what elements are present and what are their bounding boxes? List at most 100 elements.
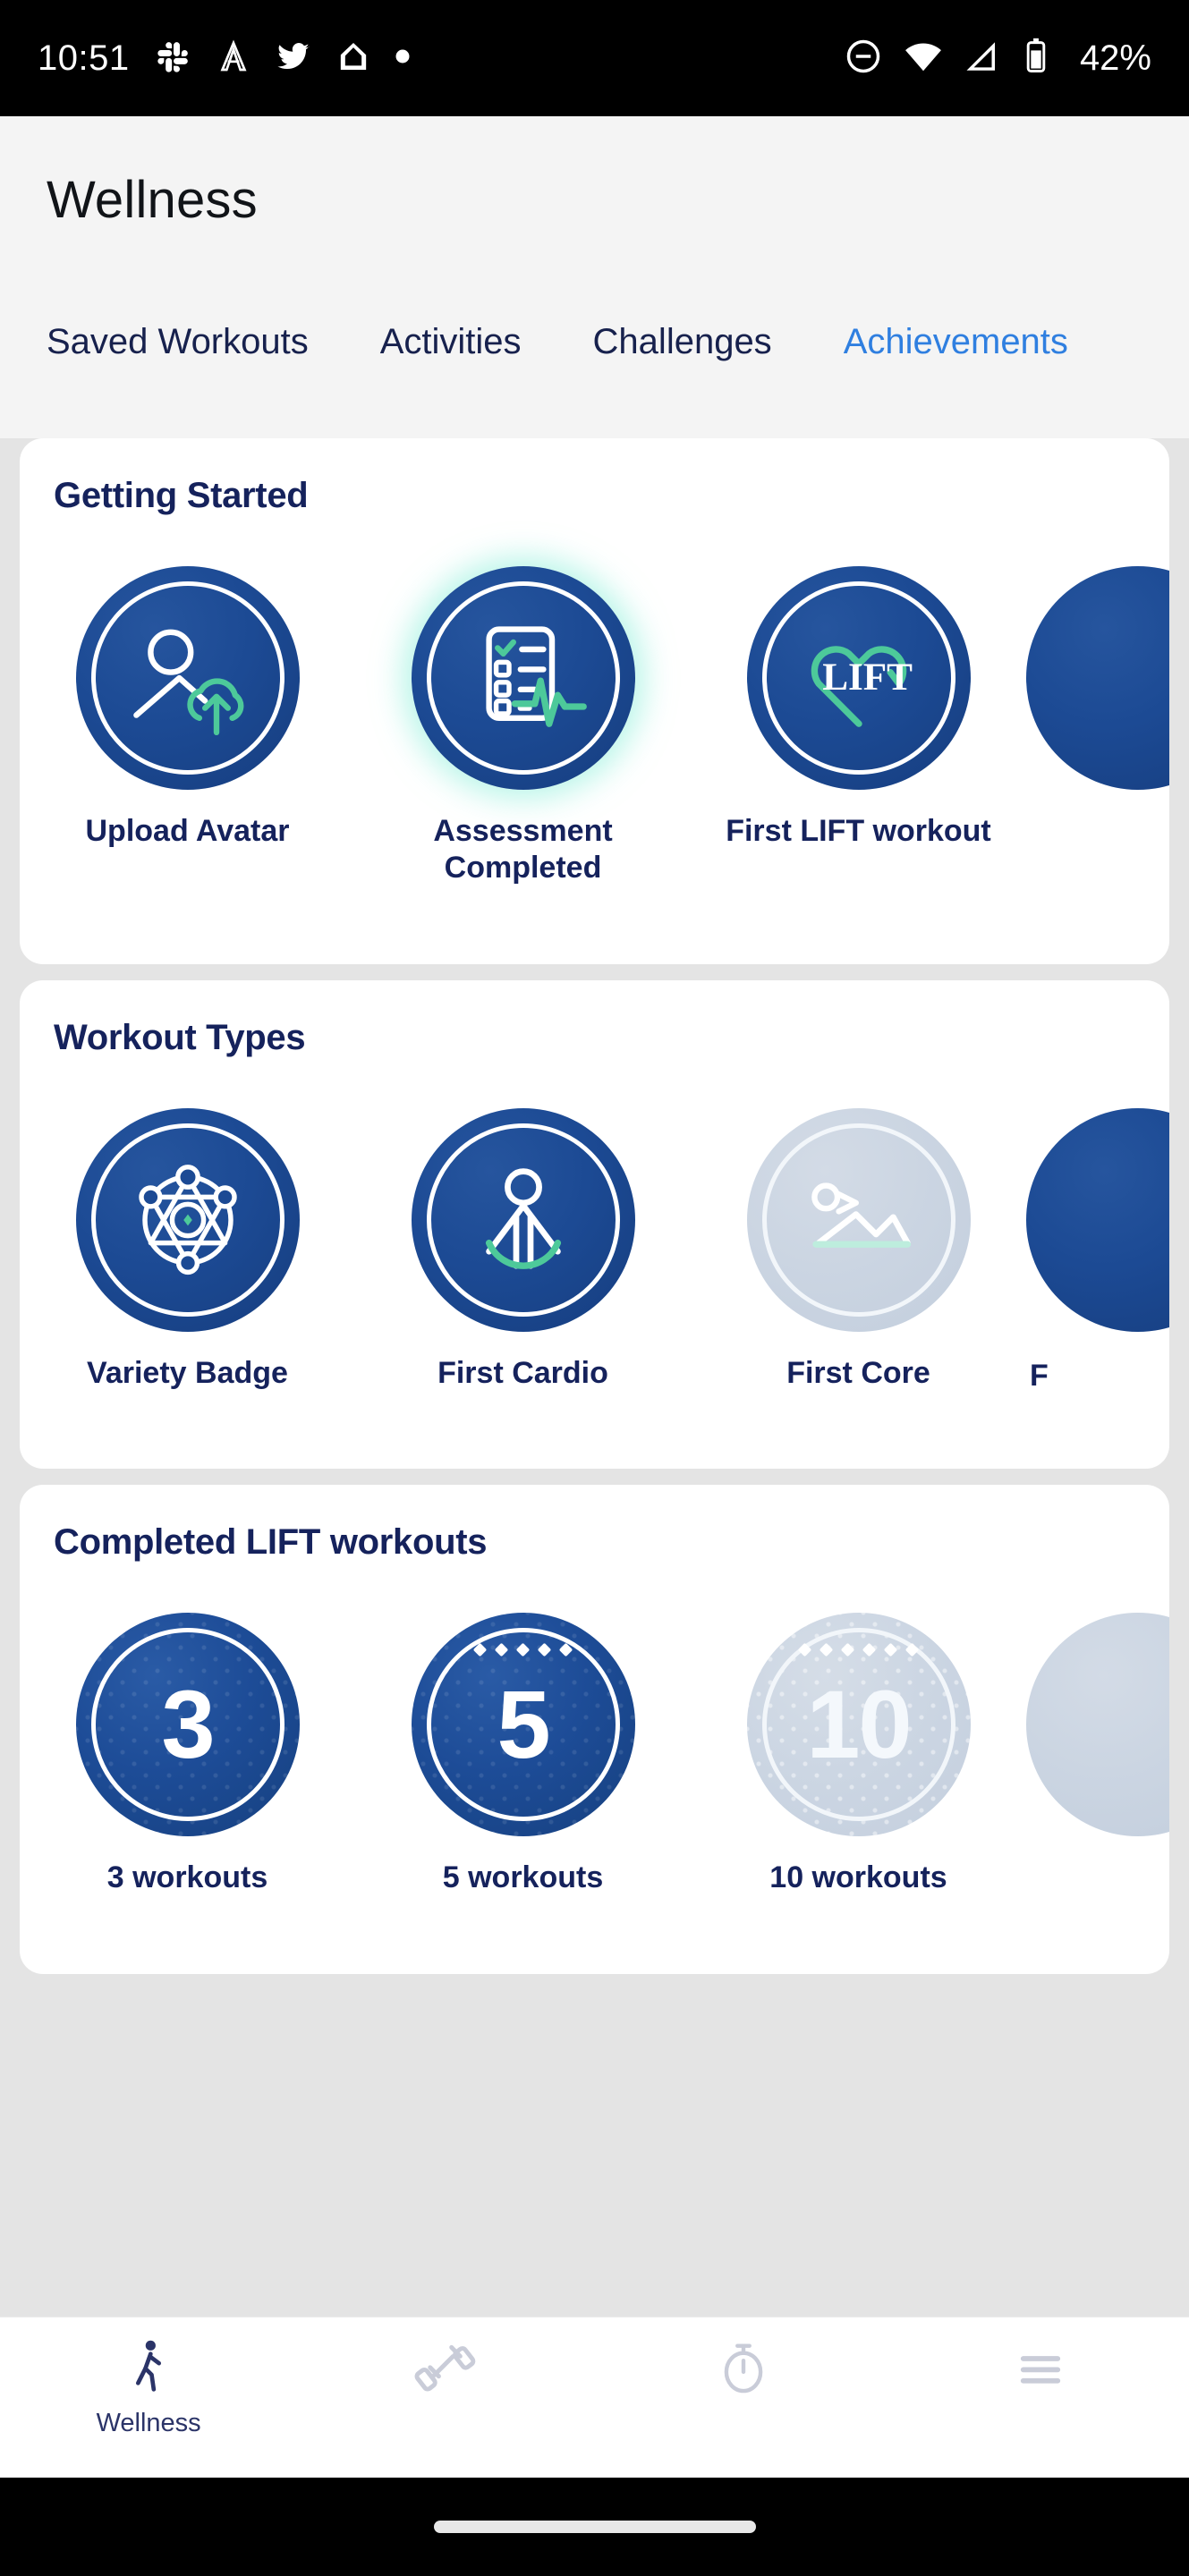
medal-circle [1026,566,1169,790]
section-title: Getting Started [54,476,309,515]
badge-3-workouts[interactable]: 3 3 workouts [20,1595,355,1896]
badge-first-core[interactable]: First Core [691,1090,1026,1392]
nav-item-timer[interactable] [595,2318,892,2409]
tab-saved-workouts[interactable]: Saved Workouts [47,322,309,362]
medal-wrap: 10 [691,1595,1026,1854]
badge-label: Assessment Completed [433,814,613,886]
badge-variety[interactable]: Variety Badge [20,1090,355,1392]
section-title: Completed LIFT workouts [54,1522,488,1563]
section-card-getting-started: Getting Started Upload Avatar Assessment… [20,438,1169,964]
nav-label: Wellness [96,2409,201,2437]
wifi-icon [903,36,944,81]
gesture-navigation-bar [0,2478,1189,2576]
page-header: Wellness Saved Workouts Activities Chall… [0,116,1189,438]
svg-text:LIFT: LIFT [822,657,913,699]
badge-carousel[interactable]: Upload Avatar Assessment Completed LIFT … [20,516,1169,887]
badge-label: 3 workouts [106,1860,268,1895]
medal-wrap [355,548,691,808]
medal-wrap: 3 [20,1595,355,1854]
cellular-signal-icon [964,38,1001,80]
badge-partial-next[interactable] [1026,1595,1169,1854]
medal-circle [75,1107,300,1332]
badge-10-workouts[interactable]: 10 10 workouts [691,1595,1026,1896]
lift-heart-icon: LIFT [811,646,913,727]
medal-wrap [691,1090,1026,1350]
badge-assessment-completed[interactable]: Assessment Completed [355,548,691,887]
medal-number: 10 [806,1670,912,1779]
status-bar-system-icons: 42% [844,36,1151,81]
medal-circle [411,1107,635,1332]
tab-challenges[interactable]: Challenges [593,322,772,362]
section-title: Workout Types [54,1017,306,1057]
medal-circle: 10 [746,1613,971,1837]
badge-5-workouts[interactable]: 5 5 workouts [355,1595,691,1896]
badge-label: F [1030,1358,1049,1393]
twitter-icon [275,38,312,80]
achievements-scroll-area[interactable]: Getting Started Upload Avatar Assessment… [0,438,1189,2317]
card-bottom-spacer [20,887,1169,964]
phone-screen: 10:51 42% Wellness Saved Workouts Activi… [0,0,1189,2576]
badge-label: First LIFT workout [726,814,991,848]
medal-wrap: 5 [355,1595,691,1854]
do-not-disturb-icon [844,37,883,80]
assessment-checklist-icon [485,626,587,727]
more-dot-icon [395,48,411,69]
section-card-workout-types: Workout Types Variety Badge First Cardio… [20,979,1169,1470]
sparkle-decoration [747,1643,971,1657]
badge-first-cardio[interactable]: First Cardio [355,1090,691,1392]
card-bottom-spacer [20,1392,1169,1469]
stopwatch-icon [724,2343,762,2394]
medal-wrap [355,1090,691,1350]
upload-avatar-icon [132,629,243,735]
dumbbell-icon [414,2344,476,2392]
badge-label: 5 workouts [442,1860,604,1895]
badge-label: First Core [786,1355,930,1390]
medal-circle [75,566,300,790]
medal-circle [1026,1613,1169,1837]
badge-upload-avatar[interactable]: Upload Avatar [20,548,355,850]
nav-item-wellness[interactable]: Wellness [0,2318,297,2438]
adobe-acrobat-icon [216,38,251,79]
status-bar: 10:51 42% [0,0,1189,116]
home-indicator[interactable] [433,2521,756,2533]
status-bar-notification-icons [157,38,411,80]
nav-item-menu[interactable] [892,2318,1189,2409]
badge-partial-next[interactable]: F [1026,1090,1169,1392]
cardio-figure-icon [485,1168,561,1269]
battery-percent-label: 42% [1079,38,1151,78]
battery-icon [1021,37,1051,80]
card-bottom-spacer [20,1897,1169,1974]
medal-wrap: LIFT [691,548,1026,808]
badge-label: First Cardio [437,1355,608,1390]
slack-icon [157,38,192,79]
medal-circle [746,1107,971,1332]
badge-label: 10 workouts [769,1860,947,1895]
sparkle-decoration [412,1643,635,1657]
medal-number: 3 [161,1670,215,1779]
hamburger-menu-icon [1020,2356,1061,2384]
nav-item-workouts[interactable] [297,2318,594,2409]
tab-activities[interactable]: Activities [380,322,522,362]
badge-first-lift-workout[interactable]: LIFT First LIFT workout [691,548,1026,850]
tab-achievements[interactable]: Achievements [844,322,1068,362]
badge-carousel[interactable]: Variety Badge First Cardio First Core F [20,1058,1169,1392]
core-plank-icon [811,1182,911,1248]
medal-wrap [20,548,355,808]
badge-partial-next[interactable] [1026,548,1169,808]
badge-carousel[interactable]: 3 3 workouts 5 5 workouts 10 10 workouts [20,1563,1169,1896]
medal-circle: 3 [75,1613,300,1837]
walking-person-icon [136,2340,162,2392]
page-title: Wellness [47,171,258,229]
badge-label: Variety Badge [87,1355,288,1390]
medal-circle [1026,1107,1169,1332]
medal-circle: 5 [411,1613,635,1837]
medal-circle: LIFT [746,566,971,790]
medal-number: 5 [497,1670,550,1779]
section-card-completed-lift-workouts: Completed LIFT workouts 3 3 workouts 5 5… [20,1485,1169,1974]
medal-wrap [20,1090,355,1350]
atom-variety-icon [138,1165,237,1275]
google-home-icon [335,38,371,79]
medal-circle [411,566,635,790]
status-bar-clock: 10:51 [38,38,130,78]
bottom-navigation-bar: Wellness [0,2317,1189,2478]
